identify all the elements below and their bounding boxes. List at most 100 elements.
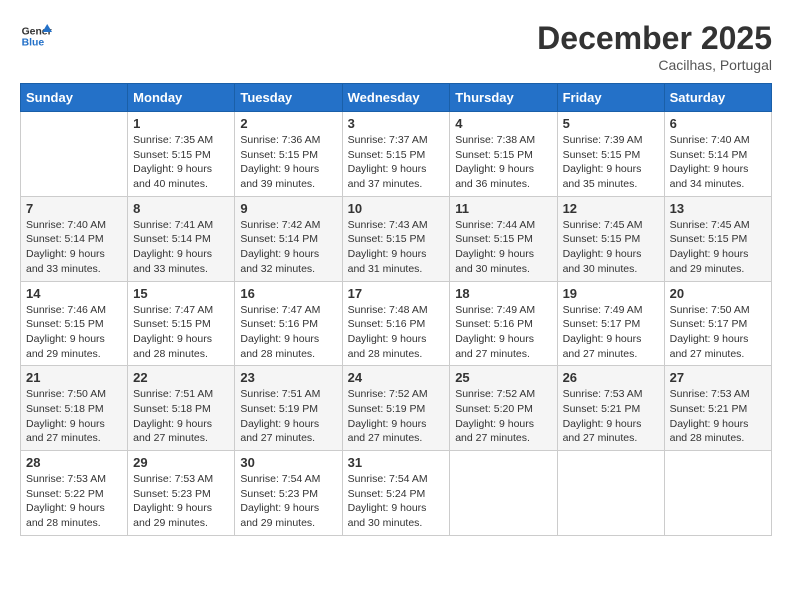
day-info: Sunrise: 7:43 AMSunset: 5:15 PMDaylight:… (348, 218, 445, 277)
day-info: Sunrise: 7:39 AMSunset: 5:15 PMDaylight:… (563, 133, 659, 192)
day-info: Sunrise: 7:53 AMSunset: 5:21 PMDaylight:… (670, 387, 766, 446)
day-number: 8 (133, 201, 229, 216)
day-number: 15 (133, 286, 229, 301)
day-info: Sunrise: 7:40 AMSunset: 5:14 PMDaylight:… (26, 218, 122, 277)
day-number: 27 (670, 370, 766, 385)
day-number: 6 (670, 116, 766, 131)
day-info: Sunrise: 7:40 AMSunset: 5:14 PMDaylight:… (670, 133, 766, 192)
calendar-cell: 28Sunrise: 7:53 AMSunset: 5:22 PMDayligh… (21, 451, 128, 536)
calendar-cell: 23 Sunrise: 7:51 AMSunset: 5:19 PMDayligh… (235, 366, 342, 451)
logo: General Blue (20, 20, 52, 52)
day-info: Sunrise: 7:50 AMSunset: 5:17 PMDaylight:… (670, 303, 766, 362)
day-info: Sunrise: 7:47 AMSunset: 5:15 PMDaylight:… (133, 303, 229, 362)
calendar-cell: 9 Sunrise: 7:42 AMSunset: 5:14 PMDaylight… (235, 196, 342, 281)
calendar-cell: 18 Sunrise: 7:49 AMSunset: 5:16 PMDayligh… (450, 281, 557, 366)
day-number: 4 (455, 116, 551, 131)
day-info: Sunrise: 7:45 AMSunset: 5:15 PMDaylight:… (563, 218, 659, 277)
day-info: Sunrise: 7:52 AMSunset: 5:20 PMDaylight:… (455, 387, 551, 446)
weekday-header-monday: Monday (128, 84, 235, 112)
day-info: Sunrise: 7:47 AMSunset: 5:16 PMDaylight:… (240, 303, 336, 362)
day-info: Sunrise: 7:38 AMSunset: 5:15 PMDaylight:… (455, 133, 551, 192)
day-number: 18 (455, 286, 551, 301)
day-number: 25 (455, 370, 551, 385)
day-info: Sunrise: 7:37 AMSunset: 5:15 PMDaylight:… (348, 133, 445, 192)
day-number: 5 (563, 116, 659, 131)
calendar-cell: 22 Sunrise: 7:51 AMSunset: 5:18 PMDayligh… (128, 366, 235, 451)
weekday-header-sunday: Sunday (21, 84, 128, 112)
day-info: Sunrise: 7:53 AMSunset: 5:23 PMDaylight:… (133, 472, 229, 531)
day-number: 1 (133, 116, 229, 131)
calendar-cell: 14Sunrise: 7:46 AMSunset: 5:15 PMDayligh… (21, 281, 128, 366)
day-number: 13 (670, 201, 766, 216)
calendar-cell: 29 Sunrise: 7:53 AMSunset: 5:23 PMDayligh… (128, 451, 235, 536)
day-number: 7 (26, 201, 122, 216)
day-info: Sunrise: 7:54 AMSunset: 5:24 PMDaylight:… (348, 472, 445, 531)
svg-text:Blue: Blue (22, 38, 45, 49)
day-number: 29 (133, 455, 229, 470)
calendar-cell: 7 Sunrise: 7:40 AMSunset: 5:14 PMDaylight… (21, 196, 128, 281)
day-info: Sunrise: 7:53 AMSunset: 5:21 PMDaylight:… (563, 387, 659, 446)
calendar-cell: 30 Sunrise: 7:54 AMSunset: 5:23 PMDayligh… (235, 451, 342, 536)
title-block: December 2025 Cacilhas, Portugal (537, 20, 772, 73)
calendar-cell: 31 Sunrise: 7:54 AMSunset: 5:24 PMDayligh… (342, 451, 450, 536)
weekday-header-thursday: Thursday (450, 84, 557, 112)
day-info: Sunrise: 7:42 AMSunset: 5:14 PMDaylight:… (240, 218, 336, 277)
day-info: Sunrise: 7:51 AMSunset: 5:18 PMDaylight:… (133, 387, 229, 446)
calendar-cell: 17Sunrise: 7:48 AMSunset: 5:16 PMDayligh… (342, 281, 450, 366)
day-number: 22 (133, 370, 229, 385)
day-number: 20 (670, 286, 766, 301)
calendar-cell: 19 Sunrise: 7:49 AMSunset: 5:17 PMDayligh… (557, 281, 664, 366)
day-info: Sunrise: 7:46 AMSunset: 5:15 PMDaylight:… (26, 303, 122, 362)
calendar-cell: 25 Sunrise: 7:52 AMSunset: 5:20 PMDayligh… (450, 366, 557, 451)
weekday-header-tuesday: Tuesday (235, 84, 342, 112)
day-info: Sunrise: 7:54 AMSunset: 5:23 PMDaylight:… (240, 472, 336, 531)
weekday-header-friday: Friday (557, 84, 664, 112)
day-number: 10 (348, 201, 445, 216)
calendar-cell: 1Sunrise: 7:35 AMSunset: 5:15 PMDaylight… (128, 112, 235, 197)
calendar-cell: 6 Sunrise: 7:40 AMSunset: 5:14 PMDaylight… (664, 112, 771, 197)
day-info: Sunrise: 7:36 AMSunset: 5:15 PMDaylight:… (240, 133, 336, 192)
calendar-table: SundayMondayTuesdayWednesdayThursdayFrid… (20, 83, 772, 536)
day-number: 16 (240, 286, 336, 301)
calendar-cell: 11Sunrise: 7:44 AMSunset: 5:15 PMDayligh… (450, 196, 557, 281)
weekday-header-saturday: Saturday (664, 84, 771, 112)
day-number: 2 (240, 116, 336, 131)
day-number: 31 (348, 455, 445, 470)
calendar-cell: 26 Sunrise: 7:53 AMSunset: 5:21 PMDayligh… (557, 366, 664, 451)
day-number: 30 (240, 455, 336, 470)
calendar-cell: 2 Sunrise: 7:36 AMSunset: 5:15 PMDaylight… (235, 112, 342, 197)
month-title: December 2025 (537, 20, 772, 57)
day-number: 11 (455, 201, 551, 216)
calendar-cell: 24Sunrise: 7:52 AMSunset: 5:19 PMDayligh… (342, 366, 450, 451)
day-number: 3 (348, 116, 445, 131)
calendar-cell: 5 Sunrise: 7:39 AMSunset: 5:15 PMDaylight… (557, 112, 664, 197)
calendar-cell (557, 451, 664, 536)
calendar-cell: 15 Sunrise: 7:47 AMSunset: 5:15 PMDayligh… (128, 281, 235, 366)
page-header: General Blue December 2025 Cacilhas, Por… (20, 20, 772, 73)
day-info: Sunrise: 7:45 AMSunset: 5:15 PMDaylight:… (670, 218, 766, 277)
day-info: Sunrise: 7:51 AMSunset: 5:19 PMDaylight:… (240, 387, 336, 446)
day-number: 24 (348, 370, 445, 385)
calendar-cell (21, 112, 128, 197)
day-number: 23 (240, 370, 336, 385)
day-number: 26 (563, 370, 659, 385)
day-info: Sunrise: 7:49 AMSunset: 5:17 PMDaylight:… (563, 303, 659, 362)
calendar-cell: 16 Sunrise: 7:47 AMSunset: 5:16 PMDayligh… (235, 281, 342, 366)
day-number: 19 (563, 286, 659, 301)
calendar-cell: 12 Sunrise: 7:45 AMSunset: 5:15 PMDayligh… (557, 196, 664, 281)
calendar-cell: 20 Sunrise: 7:50 AMSunset: 5:17 PMDayligh… (664, 281, 771, 366)
calendar-week-row: 1Sunrise: 7:35 AMSunset: 5:15 PMDaylight… (21, 112, 772, 197)
location-subtitle: Cacilhas, Portugal (537, 57, 772, 73)
day-number: 12 (563, 201, 659, 216)
day-number: 9 (240, 201, 336, 216)
day-number: 17 (348, 286, 445, 301)
calendar-cell: 8 Sunrise: 7:41 AMSunset: 5:14 PMDaylight… (128, 196, 235, 281)
day-info: Sunrise: 7:41 AMSunset: 5:14 PMDaylight:… (133, 218, 229, 277)
day-info: Sunrise: 7:49 AMSunset: 5:16 PMDaylight:… (455, 303, 551, 362)
calendar-cell (664, 451, 771, 536)
day-number: 21 (26, 370, 122, 385)
logo-icon: General Blue (20, 20, 52, 52)
calendar-cell: 21Sunrise: 7:50 AMSunset: 5:18 PMDayligh… (21, 366, 128, 451)
weekday-header-wednesday: Wednesday (342, 84, 450, 112)
calendar-cell: 3 Sunrise: 7:37 AMSunset: 5:15 PMDaylight… (342, 112, 450, 197)
